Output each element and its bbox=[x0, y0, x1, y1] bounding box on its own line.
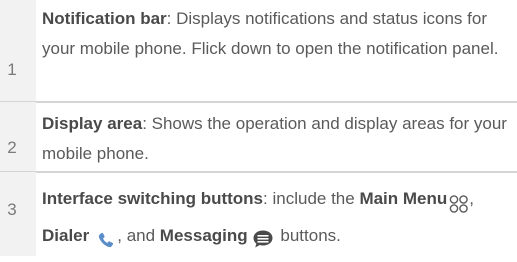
row-number: 1 bbox=[7, 60, 17, 79]
row-description: Display area: Shows the operation and di… bbox=[42, 109, 513, 169]
row-number: 2 bbox=[7, 138, 17, 157]
separator: , bbox=[469, 189, 475, 208]
separator: , and bbox=[117, 226, 160, 245]
feature-table: 1 Notification bar: Displays notificatio… bbox=[0, 0, 517, 256]
row-title: Display area bbox=[42, 114, 143, 133]
row-title: Interface switching buttons bbox=[42, 189, 264, 208]
number-cell: 2 bbox=[0, 102, 36, 172]
row-body: : include the bbox=[263, 189, 360, 208]
dialer-label: Dialer bbox=[42, 226, 90, 245]
table-row-notification-bar: 1 Notification bar: Displays notificatio… bbox=[0, 0, 517, 102]
row-title: Notification bar bbox=[42, 9, 167, 28]
number-cell: 1 bbox=[0, 0, 36, 102]
main-menu-label: Main Menu bbox=[359, 189, 448, 208]
row-end: buttons. bbox=[275, 226, 341, 245]
number-cell: 3 bbox=[0, 172, 36, 256]
dialer-icon bbox=[97, 225, 115, 247]
row-description: Interface switching buttons: include the… bbox=[42, 180, 513, 254]
main-menu-icon bbox=[449, 189, 469, 213]
row-number: 3 bbox=[7, 200, 17, 219]
table-row-display-area: 2 Display area: Shows the operation and … bbox=[0, 102, 517, 172]
messaging-icon bbox=[252, 225, 274, 248]
table-row-interface-switching: 3 Interface switching buttons: include t… bbox=[0, 172, 517, 256]
messaging-label: Messaging bbox=[159, 226, 248, 245]
row-description: Notification bar: Displays notifications… bbox=[42, 4, 513, 64]
